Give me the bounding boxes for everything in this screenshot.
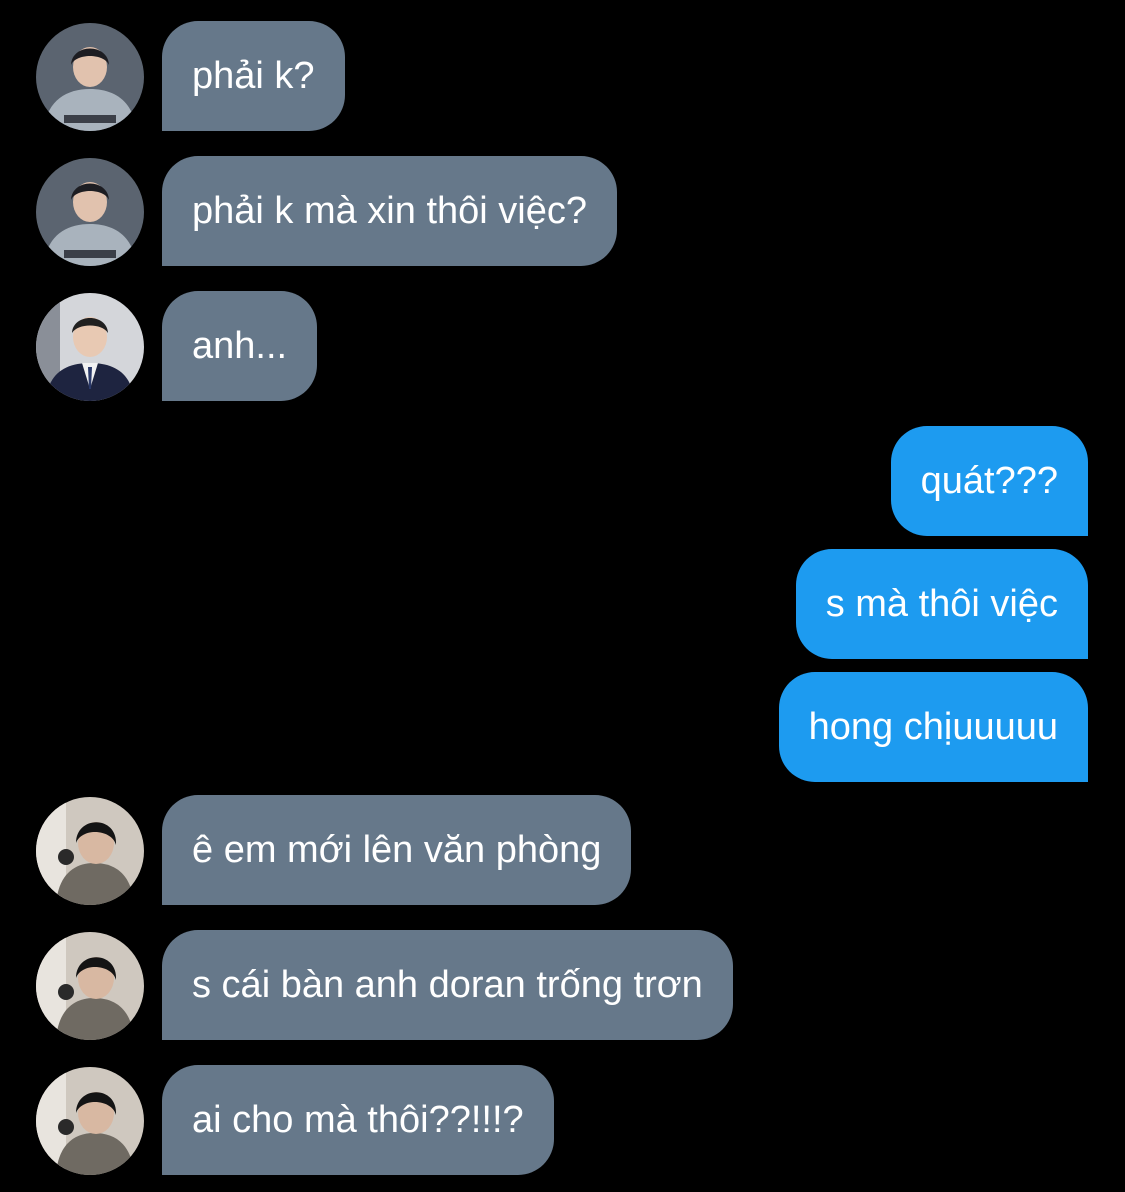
avatar-headset-icon xyxy=(36,932,144,1040)
message-bubble-incoming[interactable]: ê em mới lên văn phòng xyxy=(162,795,632,905)
avatar-headset-icon xyxy=(36,1067,144,1175)
message-row: s mà thôi việc xyxy=(0,549,1125,659)
message-bubble-incoming[interactable]: phải k mà xin thôi việc? xyxy=(162,156,617,266)
avatar[interactable] xyxy=(36,158,144,266)
avatar[interactable] xyxy=(36,23,144,131)
message-row: phải k mà xin thôi việc? xyxy=(0,156,1125,266)
message-row: s cái bàn anh doran trống trơn xyxy=(0,930,1125,1040)
message-bubble-incoming[interactable]: anh... xyxy=(162,291,318,401)
message-row: quát??? xyxy=(0,426,1125,536)
avatar-grey-hoodie-icon xyxy=(36,158,144,266)
message-row: hong chịuuuuu xyxy=(0,672,1125,782)
message-row: ê em mới lên văn phòng xyxy=(0,795,1125,905)
message-bubble-incoming[interactable]: phải k? xyxy=(162,21,345,131)
avatar[interactable] xyxy=(36,1067,144,1175)
avatar[interactable] xyxy=(36,932,144,1040)
message-row: phải k? xyxy=(0,21,1125,131)
avatar-grey-hoodie-icon xyxy=(36,23,144,131)
avatar-headset-icon xyxy=(36,797,144,905)
message-row: anh... xyxy=(0,291,1125,401)
message-bubble-outgoing[interactable]: hong chịuuuuu xyxy=(778,672,1088,782)
avatar[interactable] xyxy=(36,293,144,401)
message-bubble-outgoing[interactable]: s mà thôi việc xyxy=(795,549,1088,659)
message-bubble-incoming[interactable]: ai cho mà thôi??!!!? xyxy=(162,1065,554,1175)
avatar-suit-icon xyxy=(36,293,144,401)
message-row: ai cho mà thôi??!!!? xyxy=(0,1065,1125,1175)
message-bubble-incoming[interactable]: s cái bàn anh doran trống trơn xyxy=(162,930,733,1040)
avatar[interactable] xyxy=(36,797,144,905)
message-bubble-outgoing[interactable]: quát??? xyxy=(890,426,1088,536)
